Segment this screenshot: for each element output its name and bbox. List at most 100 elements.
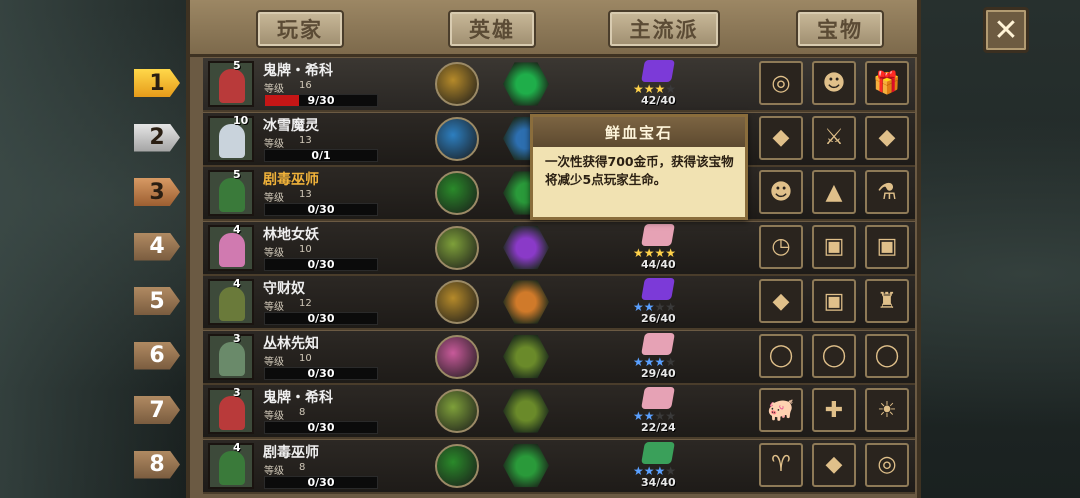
player-name: 林地女妖: [263, 226, 319, 243]
red-gem-icon[interactable]: ◆: [865, 115, 909, 160]
skill-icon[interactable]: [503, 389, 549, 433]
level-value: 16: [299, 80, 312, 91]
medkit-icon[interactable]: ✚: [812, 388, 856, 432]
hero-icon[interactable]: [435, 171, 479, 215]
player-name: 鬼牌・希科: [263, 63, 333, 79]
health-bar: 0/1: [264, 148, 378, 162]
player-portrait[interactable]: [208, 333, 254, 380]
tooltip-title: 鲜血宝石: [533, 117, 745, 147]
hero-star-badge: 10: [233, 113, 249, 127]
health-text: 9/30: [307, 94, 335, 107]
pocket-watch-icon[interactable]: ◷: [759, 224, 803, 269]
level-value: 8: [299, 407, 306, 418]
hero-icon[interactable]: [435, 62, 479, 106]
gift-box-icon[interactable]: 🎁: [865, 61, 909, 105]
build-score: 29/40: [641, 366, 676, 380]
build-score: 42/40: [641, 94, 676, 107]
red-gem-icon[interactable]: ◆: [759, 279, 803, 323]
hero-icon[interactable]: [435, 443, 479, 488]
close-icon: ✕: [993, 12, 1019, 48]
hero-star-badge: 5: [233, 168, 241, 181]
skill-icon[interactable]: [503, 225, 549, 270]
hero-star-badge: 4: [233, 440, 241, 454]
health-text: 0/30: [307, 203, 335, 216]
player-row[interactable]: 4 守财奴 等级 12 0/30 ★★★★ 26/40 ◆ ▣ ♜: [203, 276, 915, 330]
hero-icon[interactable]: [435, 225, 479, 270]
hero-icon[interactable]: [435, 334, 479, 379]
skill-icon[interactable]: [503, 280, 549, 324]
player-portrait[interactable]: [208, 279, 254, 325]
chest-icon[interactable]: ▣: [812, 224, 856, 269]
hat-icon[interactable]: ▲: [812, 170, 856, 214]
level-label: 等级: [264, 356, 284, 368]
skill-icon[interactable]: [503, 334, 549, 379]
hero-icon[interactable]: [435, 389, 479, 433]
tab-players[interactable]: 玩家: [256, 10, 344, 48]
player-name: 剧毒巫师: [263, 444, 319, 461]
level-value: 8: [299, 461, 306, 473]
blood-gem-icon[interactable]: ◆: [759, 115, 803, 160]
level-value: 10: [299, 243, 312, 255]
build-book-icon[interactable]: [641, 278, 675, 300]
tab-treasures[interactable]: 宝物: [796, 10, 884, 48]
potion-icon[interactable]: ⚗: [865, 170, 909, 214]
hero-star-badge: 4: [233, 277, 241, 290]
health-bar: 0/30: [264, 366, 378, 380]
tab-mainstream[interactable]: 主流派: [608, 10, 720, 48]
build-book-icon[interactable]: [641, 441, 675, 464]
player-row[interactable]: 4 林地女妖 等级 10 0/30 ★★★★ 44/40 ◷ ▣ ▣: [203, 221, 915, 276]
health-text: 0/30: [307, 475, 335, 489]
ring-icon[interactable]: ◯: [865, 333, 909, 378]
hero-icon[interactable]: [435, 116, 479, 161]
treasure-tooltip: 鲜血宝石 一次性获得700金币，获得该宝物将减少5点玩家生命。: [530, 114, 748, 220]
player-row[interactable]: 5 鬼牌・希科 等级 16 9/30 ★★★★ 42/40 ◎ ☻ 🎁: [203, 58, 915, 112]
health-text: 0/30: [307, 421, 335, 434]
ring-icon[interactable]: ◯: [759, 333, 803, 378]
player-portrait[interactable]: [208, 442, 254, 489]
compass-icon[interactable]: ◎: [759, 61, 803, 105]
piggy-bank-icon[interactable]: 🐖: [759, 388, 803, 432]
health-bar: 0/30: [264, 203, 378, 216]
horn-icon[interactable]: ♈: [759, 442, 803, 487]
mask-icon[interactable]: ☻: [759, 170, 803, 214]
statue-icon[interactable]: ♜: [865, 279, 909, 323]
level-label: 等级: [264, 465, 284, 477]
player-row[interactable]: 3 丛林先知 等级 10 0/30 ★★★★ 29/40 ◯ ◯ ◯: [203, 330, 915, 385]
health-bar: 9/30: [264, 94, 378, 107]
chest-icon[interactable]: ▣: [865, 224, 909, 269]
mask-icon[interactable]: ☻: [812, 61, 856, 105]
player-portrait[interactable]: [208, 388, 254, 434]
tab-heroes[interactable]: 英雄: [448, 10, 536, 48]
red-gem-icon[interactable]: ◆: [812, 442, 856, 487]
build-book-icon[interactable]: [641, 223, 675, 246]
health-bar: 0/30: [264, 475, 378, 489]
ring-icon[interactable]: ◯: [812, 333, 856, 378]
player-row[interactable]: 4 剧毒巫师 等级 8 0/30 ★★★★ 34/40 ♈ ◆ ◎: [203, 439, 915, 494]
whistle-icon[interactable]: ◎: [865, 442, 909, 487]
dagger-icon[interactable]: ⚔: [812, 115, 856, 160]
player-row[interactable]: 3 鬼牌・希科 等级 8 0/30 ★★★★ 22/24 🐖 ✚ ☀: [203, 385, 915, 439]
player-name: 冰雪魔灵: [263, 117, 319, 134]
hero-icon[interactable]: [435, 280, 479, 324]
chest-icon[interactable]: ▣: [812, 279, 856, 323]
player-portrait[interactable]: [208, 224, 254, 271]
build-book-icon[interactable]: [641, 332, 675, 355]
hero-star-badge: 3: [233, 331, 241, 345]
build-score: 44/40: [641, 257, 676, 271]
build-book-icon[interactable]: [641, 387, 675, 409]
skill-icon[interactable]: [503, 62, 549, 106]
health-bar: 0/30: [264, 257, 378, 271]
player-portrait[interactable]: [208, 170, 254, 216]
build-book-icon[interactable]: [641, 60, 675, 82]
level-label: 等级: [264, 411, 284, 422]
level-label: 等级: [264, 138, 284, 150]
player-portrait[interactable]: [208, 61, 254, 107]
skill-icon[interactable]: [503, 443, 549, 488]
lantern-icon[interactable]: ☀: [865, 388, 909, 432]
level-value: 13: [299, 189, 312, 200]
hero-star-badge: 3: [233, 386, 241, 399]
tooltip-body: 一次性获得700金币，获得该宝物将减少5点玩家生命。: [545, 154, 734, 187]
close-button[interactable]: ✕: [983, 7, 1029, 53]
level-value: 10: [299, 352, 312, 364]
build-score: 26/40: [641, 312, 676, 325]
